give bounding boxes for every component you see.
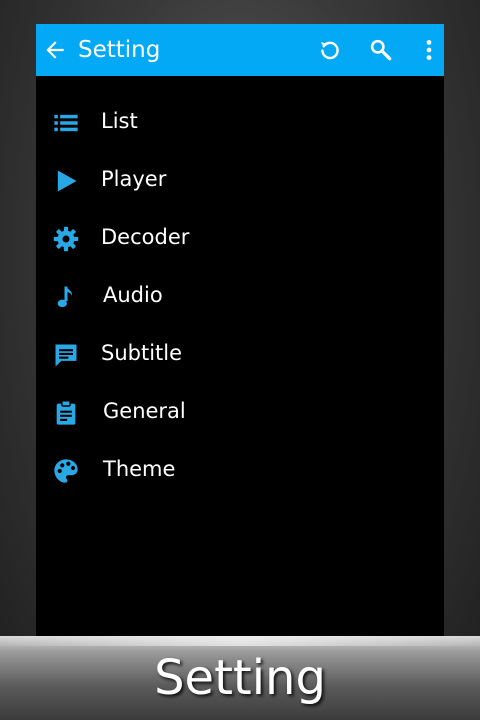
menu-item-label: List [101,109,138,133]
chat-bubble-icon [55,344,77,367]
menu-item-label: Audio [103,283,163,307]
menu-item-label: Player [101,167,167,191]
menu-item-label: Theme [103,457,176,481]
play-icon [57,170,77,192]
app-bar: Setting [36,24,444,76]
menu-item-label: Subtitle [101,341,183,365]
menu-item-player[interactable]: Player [36,150,444,208]
menu-item-decoder[interactable]: Decoder [36,208,444,266]
list-icon [54,114,78,132]
music-note-icon [57,286,73,308]
menu-item-audio[interactable]: Audio [36,266,444,324]
menu-item-list[interactable]: List [36,92,444,150]
gear-icon [53,226,79,252]
app-screen: Setting List Player Decoder Audio Subtit… [36,24,444,636]
settings-menu: List Player Decoder Audio Subtitle Gener… [36,92,444,498]
refresh-icon[interactable] [317,37,343,63]
menu-item-general[interactable]: General [36,382,444,440]
clipboard-icon [56,400,76,425]
arrow-left-icon[interactable] [42,37,68,63]
menu-item-label: General [103,399,186,423]
menu-item-theme[interactable]: Theme [36,440,444,498]
palette-icon [54,459,78,483]
menu-item-subtitle[interactable]: Subtitle [36,324,444,382]
search-icon[interactable] [368,37,394,63]
more-vert-icon[interactable] [416,37,442,63]
promo-caption: Setting [154,650,326,706]
page-title: Setting [78,37,161,63]
menu-item-label: Decoder [101,225,190,249]
